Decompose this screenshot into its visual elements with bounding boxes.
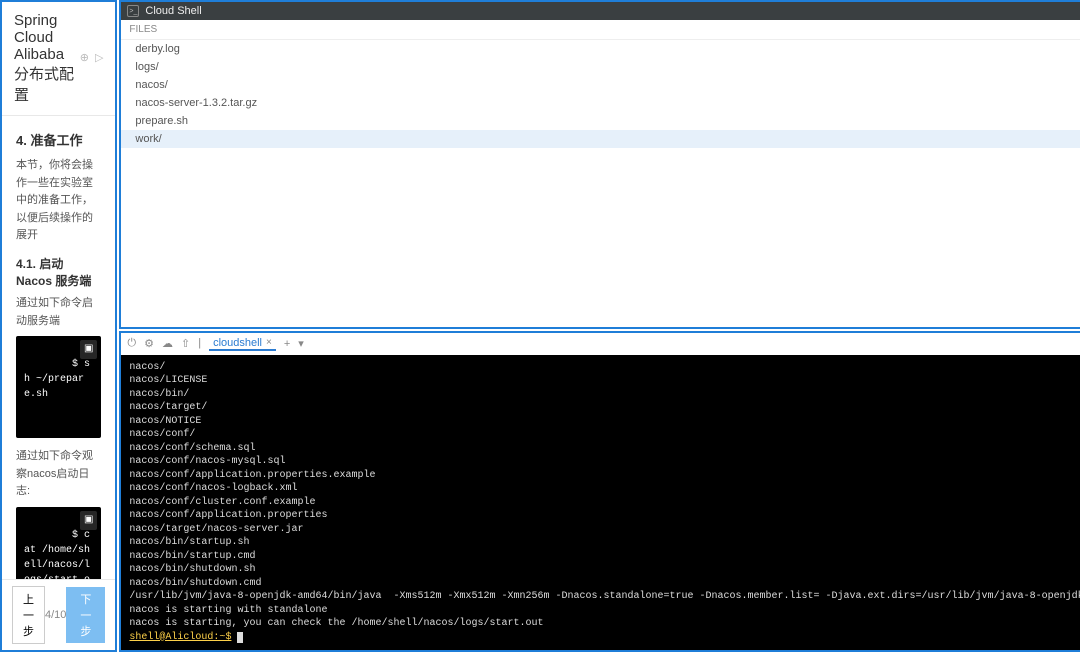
close-tutorial-icon[interactable]: ▷	[95, 53, 103, 64]
file-item[interactable]: work/	[121, 130, 1080, 148]
codeblock-prepare: $ sh ~/prepare.sh ▣	[16, 336, 101, 438]
files-drag-handle[interactable]: ···	[121, 309, 1080, 327]
cloudshell-title: Cloud Shell	[145, 5, 201, 17]
terminal-tab-label: cloudshell	[213, 337, 262, 349]
close-tab-icon[interactable]: ×	[266, 337, 272, 348]
cloudshell-titlebar: >_ Cloud Shell ✎ ⛶	[121, 2, 1080, 20]
tutorial-header: Spring Cloud Alibaba 分布式配置 ⊕ ▷	[2, 2, 115, 116]
terminal-body[interactable]: nacos/ nacos/LICENSE nacos/bin/ nacos/ta…	[121, 355, 1080, 651]
codeblock-cat: $ cat /home/shell/nacos/logs/start.out ▣	[16, 507, 101, 579]
divider: |	[198, 337, 201, 350]
tutorial-panel: Spring Cloud Alibaba 分布式配置 ⊕ ▷ 4. 准备工作 本…	[0, 0, 117, 652]
terminal-tab[interactable]: cloudshell ×	[209, 337, 276, 351]
terminal-tabs: ⏻ ⚙ ☁ ⇧ | cloudshell × + ▾	[121, 333, 1080, 355]
file-item[interactable]: derby.log	[121, 40, 1080, 58]
tab-dropdown-icon[interactable]: ▾	[298, 337, 304, 350]
cloud-icon[interactable]: ☁	[162, 337, 173, 350]
terminal-prompt: shell@Alicloud:~$	[129, 632, 231, 643]
section-4-text: 本节，你将会操作一些在实验室中的准备工作，以便后续操作的展开	[16, 157, 101, 245]
terminal-cursor	[237, 632, 243, 643]
step-pager: 4/10	[45, 609, 66, 621]
run-code-icon[interactable]: ▣	[80, 511, 97, 530]
file-item[interactable]: nacos-server-1.3.2.tar.gz	[121, 94, 1080, 112]
power-icon[interactable]: ⏻	[127, 337, 136, 350]
add-tab-icon[interactable]: +	[284, 338, 290, 350]
file-item[interactable]: nacos/	[121, 76, 1080, 94]
language-icon[interactable]: ⊕	[80, 53, 89, 64]
section-4-1-heading: 4.1. 启动 Nacos 服务端	[16, 255, 101, 289]
files-header: FILES + ↻	[121, 20, 1080, 40]
section-4-heading: 4. 准备工作	[16, 130, 101, 149]
gear-icon[interactable]: ⚙	[144, 337, 154, 350]
files-list: derby.loglogs/nacos/nacos-server-1.3.2.t…	[121, 40, 1080, 309]
upload-icon[interactable]: ⇧	[181, 337, 190, 350]
terminal-output: nacos/ nacos/LICENSE nacos/bin/ nacos/ta…	[129, 362, 1080, 630]
file-item[interactable]: logs/	[121, 58, 1080, 76]
files-label: FILES	[129, 24, 157, 35]
cloudshell-icon: >_	[127, 5, 139, 17]
section-4-1-text-2: 通过如下命令观察nacos启动日志:	[16, 448, 101, 501]
run-code-icon[interactable]: ▣	[80, 340, 97, 359]
tutorial-title: Spring Cloud Alibaba 分布式配置	[14, 12, 80, 105]
files-panel: >_ Cloud Shell ✎ ⛶ FILES + ↻ derby.loglo…	[119, 0, 1080, 329]
next-step-button[interactable]: 下一步	[66, 587, 105, 643]
tutorial-body: 4. 准备工作 本节，你将会操作一些在实验室中的准备工作，以便后续操作的展开 4…	[2, 116, 115, 579]
prev-step-button[interactable]: 上一步	[12, 586, 45, 644]
file-item[interactable]: prepare.sh	[121, 112, 1080, 130]
section-4-1-text-1: 通过如下命令启动服务端	[16, 295, 101, 330]
terminal-panel: ⏻ ⚙ ☁ ⇧ | cloudshell × + ▾ nacos/ nacos/…	[119, 331, 1080, 652]
tutorial-footer: 上一步 4/10 下一步	[2, 579, 115, 650]
